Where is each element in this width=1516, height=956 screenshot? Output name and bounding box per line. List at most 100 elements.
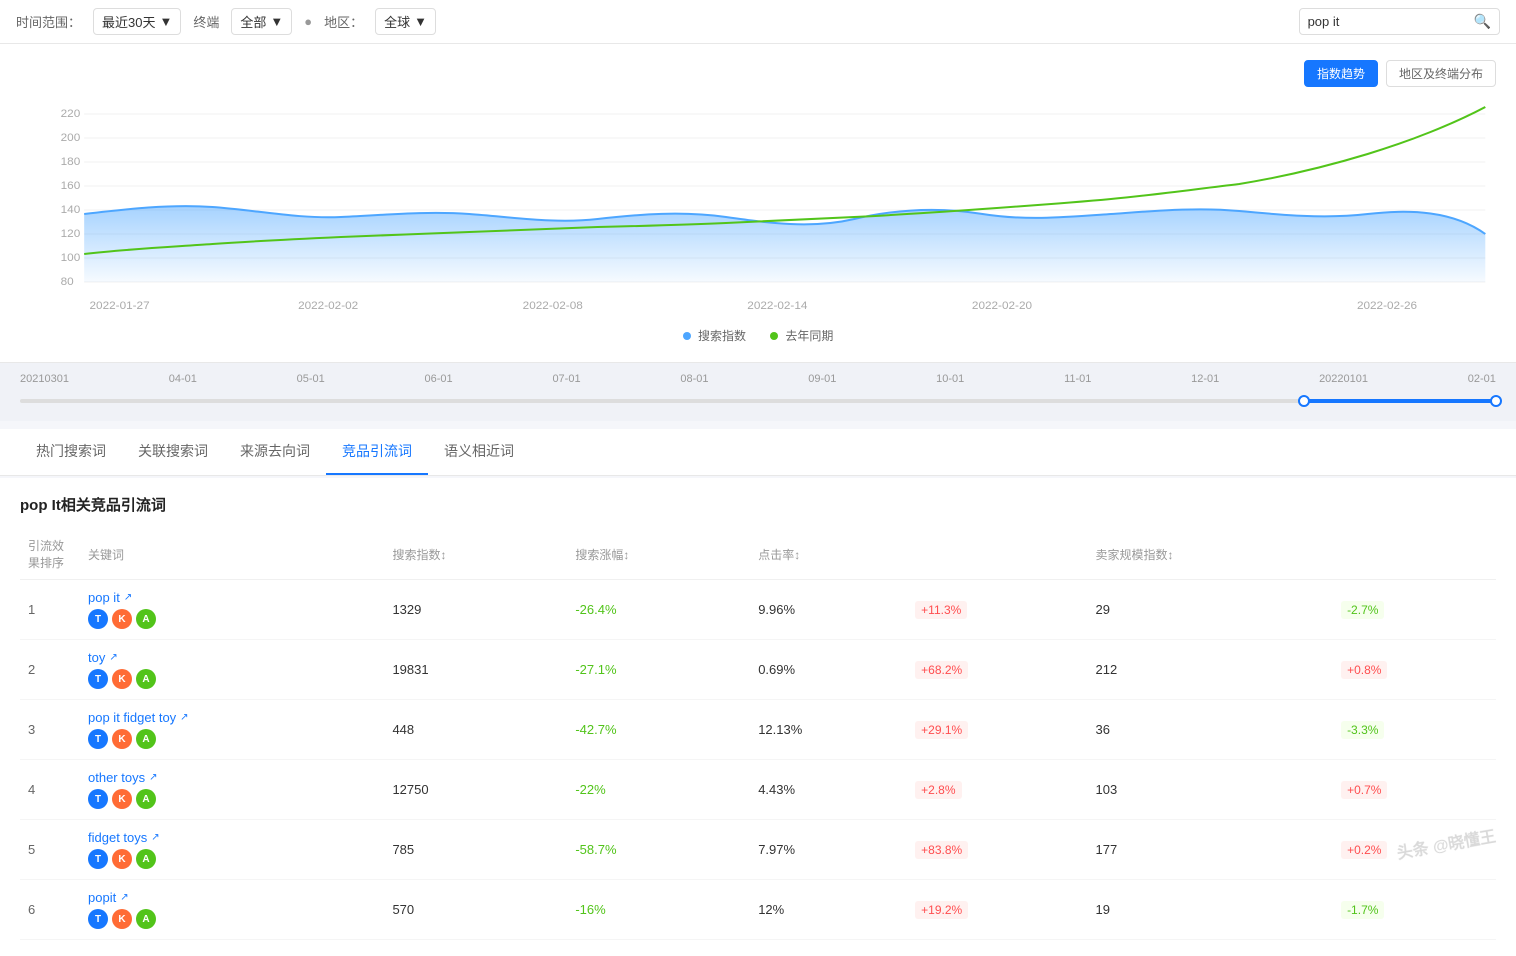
cell-ctr: 12.13% xyxy=(750,700,907,760)
badge-row: T K A xyxy=(88,669,376,689)
seller-change-badge: +0.8% xyxy=(1341,661,1387,679)
arrow-icon: ↗ xyxy=(149,772,157,783)
badge-a: A xyxy=(136,609,156,629)
badge-row: T K A xyxy=(88,729,376,749)
cell-ctr-change: +83.8% xyxy=(907,820,1087,880)
cell-search-change: -58.7% xyxy=(567,820,750,880)
badge-t: T xyxy=(88,909,108,929)
tab-semantic-similar[interactable]: 语义相近词 xyxy=(428,429,530,475)
svg-text:220: 220 xyxy=(61,108,81,120)
tab-hot-search[interactable]: 热门搜索词 xyxy=(20,429,122,475)
region-dot: ● xyxy=(304,14,312,29)
cell-keyword: pop it fidget toy ↗ T K A xyxy=(80,700,384,760)
cell-ctr: 0.69% xyxy=(750,640,907,700)
badge-t: T xyxy=(88,849,108,869)
slider-handle-left[interactable] xyxy=(1298,395,1310,407)
keyword-link[interactable]: fidget toys ↗ xyxy=(88,830,376,845)
region-select[interactable]: 全球 ▼ xyxy=(375,8,436,35)
keyword-link[interactable]: other toys ↗ xyxy=(88,770,376,785)
arrow-icon: ↗ xyxy=(151,832,159,843)
tab-competitor-traffic[interactable]: 竞品引流词 xyxy=(326,429,428,475)
col-search-change[interactable]: 搜索涨幅↕ xyxy=(567,529,750,580)
badge-a: A xyxy=(136,849,156,869)
search-input[interactable] xyxy=(1308,14,1468,29)
keyword-link[interactable]: pop it fidget toy ↗ xyxy=(88,710,376,725)
timeline-dates: 20210301 04-01 05-01 06-01 07-01 08-01 0… xyxy=(20,373,1496,385)
svg-text:2022-02-02: 2022-02-02 xyxy=(298,300,358,312)
terminal-label: 终端 xyxy=(193,12,219,31)
time-select[interactable]: 最近30天 ▼ xyxy=(93,8,181,35)
keyword-link[interactable]: pop it ↗ xyxy=(88,590,376,605)
cell-seller-change: -1.7% xyxy=(1333,880,1496,940)
svg-text:180: 180 xyxy=(61,156,81,168)
keyword-link[interactable]: popit ↗ xyxy=(88,890,376,905)
badge-t: T xyxy=(88,609,108,629)
cell-seller-change: -2.7% xyxy=(1333,580,1496,640)
cell-ctr-change: +2.8% xyxy=(907,760,1087,820)
tab-index-trend[interactable]: 指数趋势 xyxy=(1304,60,1378,87)
col-search-index[interactable]: 搜索指数↕ xyxy=(384,529,567,580)
legend-last-year: 去年同期 xyxy=(770,327,833,344)
tab-source-destination[interactable]: 来源去向词 xyxy=(224,429,326,475)
slider-handle-right[interactable] xyxy=(1490,395,1502,407)
cell-keyword: fidget toys ↗ T K A xyxy=(80,820,384,880)
table-row: 6 popit ↗ T K A 570 -16% 12% +19.2% 19 -… xyxy=(20,880,1496,940)
cell-keyword: other toys ↗ T K A xyxy=(80,760,384,820)
cell-ctr-change: +68.2% xyxy=(907,640,1087,700)
keyword-link[interactable]: toy ↗ xyxy=(88,650,376,665)
chart-section: 指数趋势 地区及终端分布 220 200 180 160 140 120 100… xyxy=(0,44,1516,362)
chart-svg: 220 200 180 160 140 120 100 80 2022-01-2… xyxy=(20,99,1496,319)
cell-rank: 6 xyxy=(20,880,80,940)
top-bar: 时间范围： 最近30天 ▼ 终端 全部 ▼ ● 地区： 全球 ▼ 🔍 xyxy=(0,0,1516,44)
cell-seller-index: 19 xyxy=(1088,880,1334,940)
badge-k: K xyxy=(112,729,132,749)
timeline-slider[interactable] xyxy=(20,391,1496,411)
time-label: 时间范围： xyxy=(16,12,81,31)
table-row: 4 other toys ↗ T K A 12750 -22% 4.43% +2… xyxy=(20,760,1496,820)
badge-row: T K A xyxy=(88,849,376,869)
badge-t: T xyxy=(88,669,108,689)
ctr-change-badge: +2.8% xyxy=(915,781,961,799)
tab-related-search[interactable]: 关联搜索词 xyxy=(122,429,224,475)
table-row: 5 fidget toys ↗ T K A 785 -58.7% 7.97% +… xyxy=(20,820,1496,880)
cell-rank: 2 xyxy=(20,640,80,700)
col-ctr[interactable]: 点击率↕ xyxy=(750,529,907,580)
col-seller-index[interactable]: 卖家规模指数↕ xyxy=(1088,529,1334,580)
badge-k: K xyxy=(112,789,132,809)
search-icon[interactable]: 🔍 xyxy=(1474,13,1491,30)
region-label: 地区： xyxy=(324,12,363,31)
tabs-section: 热门搜索词 关联搜索词 来源去向词 竞品引流词 语义相近词 xyxy=(0,429,1516,476)
cell-seller-change: +0.8% xyxy=(1333,640,1496,700)
svg-text:2022-02-08: 2022-02-08 xyxy=(523,300,583,312)
cell-search-change: -26.4% xyxy=(567,580,750,640)
badge-k: K xyxy=(112,609,132,629)
svg-text:2022-01-27: 2022-01-27 xyxy=(90,300,150,312)
cell-rank: 5 xyxy=(20,820,80,880)
svg-text:2022-02-26: 2022-02-26 xyxy=(1357,300,1417,312)
cell-seller-index: 29 xyxy=(1088,580,1334,640)
cell-search-change: -22% xyxy=(567,760,750,820)
ctr-change-badge: +19.2% xyxy=(915,901,968,919)
svg-text:200: 200 xyxy=(61,132,81,144)
col-seller-change xyxy=(1333,529,1496,580)
table-section: pop It相关竞品引流词 引流效果排序 关键词 搜索指数↕ 搜索涨幅↕ 点击率… xyxy=(0,478,1516,956)
cell-ctr: 12% xyxy=(750,880,907,940)
ctr-change-badge: +29.1% xyxy=(915,721,968,739)
cell-search-index: 448 xyxy=(384,700,567,760)
cell-seller-index: 36 xyxy=(1088,700,1334,760)
tab-region-distribution[interactable]: 地区及终端分布 xyxy=(1386,60,1496,87)
cell-search-change: -27.1% xyxy=(567,640,750,700)
svg-text:160: 160 xyxy=(61,180,81,192)
badge-k: K xyxy=(112,669,132,689)
cell-search-index: 570 xyxy=(384,880,567,940)
terminal-select[interactable]: 全部 ▼ xyxy=(231,8,292,35)
cell-ctr-change: +29.1% xyxy=(907,700,1087,760)
tabs-row: 热门搜索词 关联搜索词 来源去向词 竞品引流词 语义相近词 xyxy=(20,429,1496,475)
table-row: 2 toy ↗ T K A 19831 -27.1% 0.69% +68.2% … xyxy=(20,640,1496,700)
svg-text:140: 140 xyxy=(61,204,81,216)
data-table: 引流效果排序 关键词 搜索指数↕ 搜索涨幅↕ 点击率↕ 卖家规模指数↕ 1 po… xyxy=(20,529,1496,940)
badge-row: T K A xyxy=(88,789,376,809)
cell-seller-change: +0.7% xyxy=(1333,760,1496,820)
col-ctr-change xyxy=(907,529,1087,580)
cell-rank: 3 xyxy=(20,700,80,760)
